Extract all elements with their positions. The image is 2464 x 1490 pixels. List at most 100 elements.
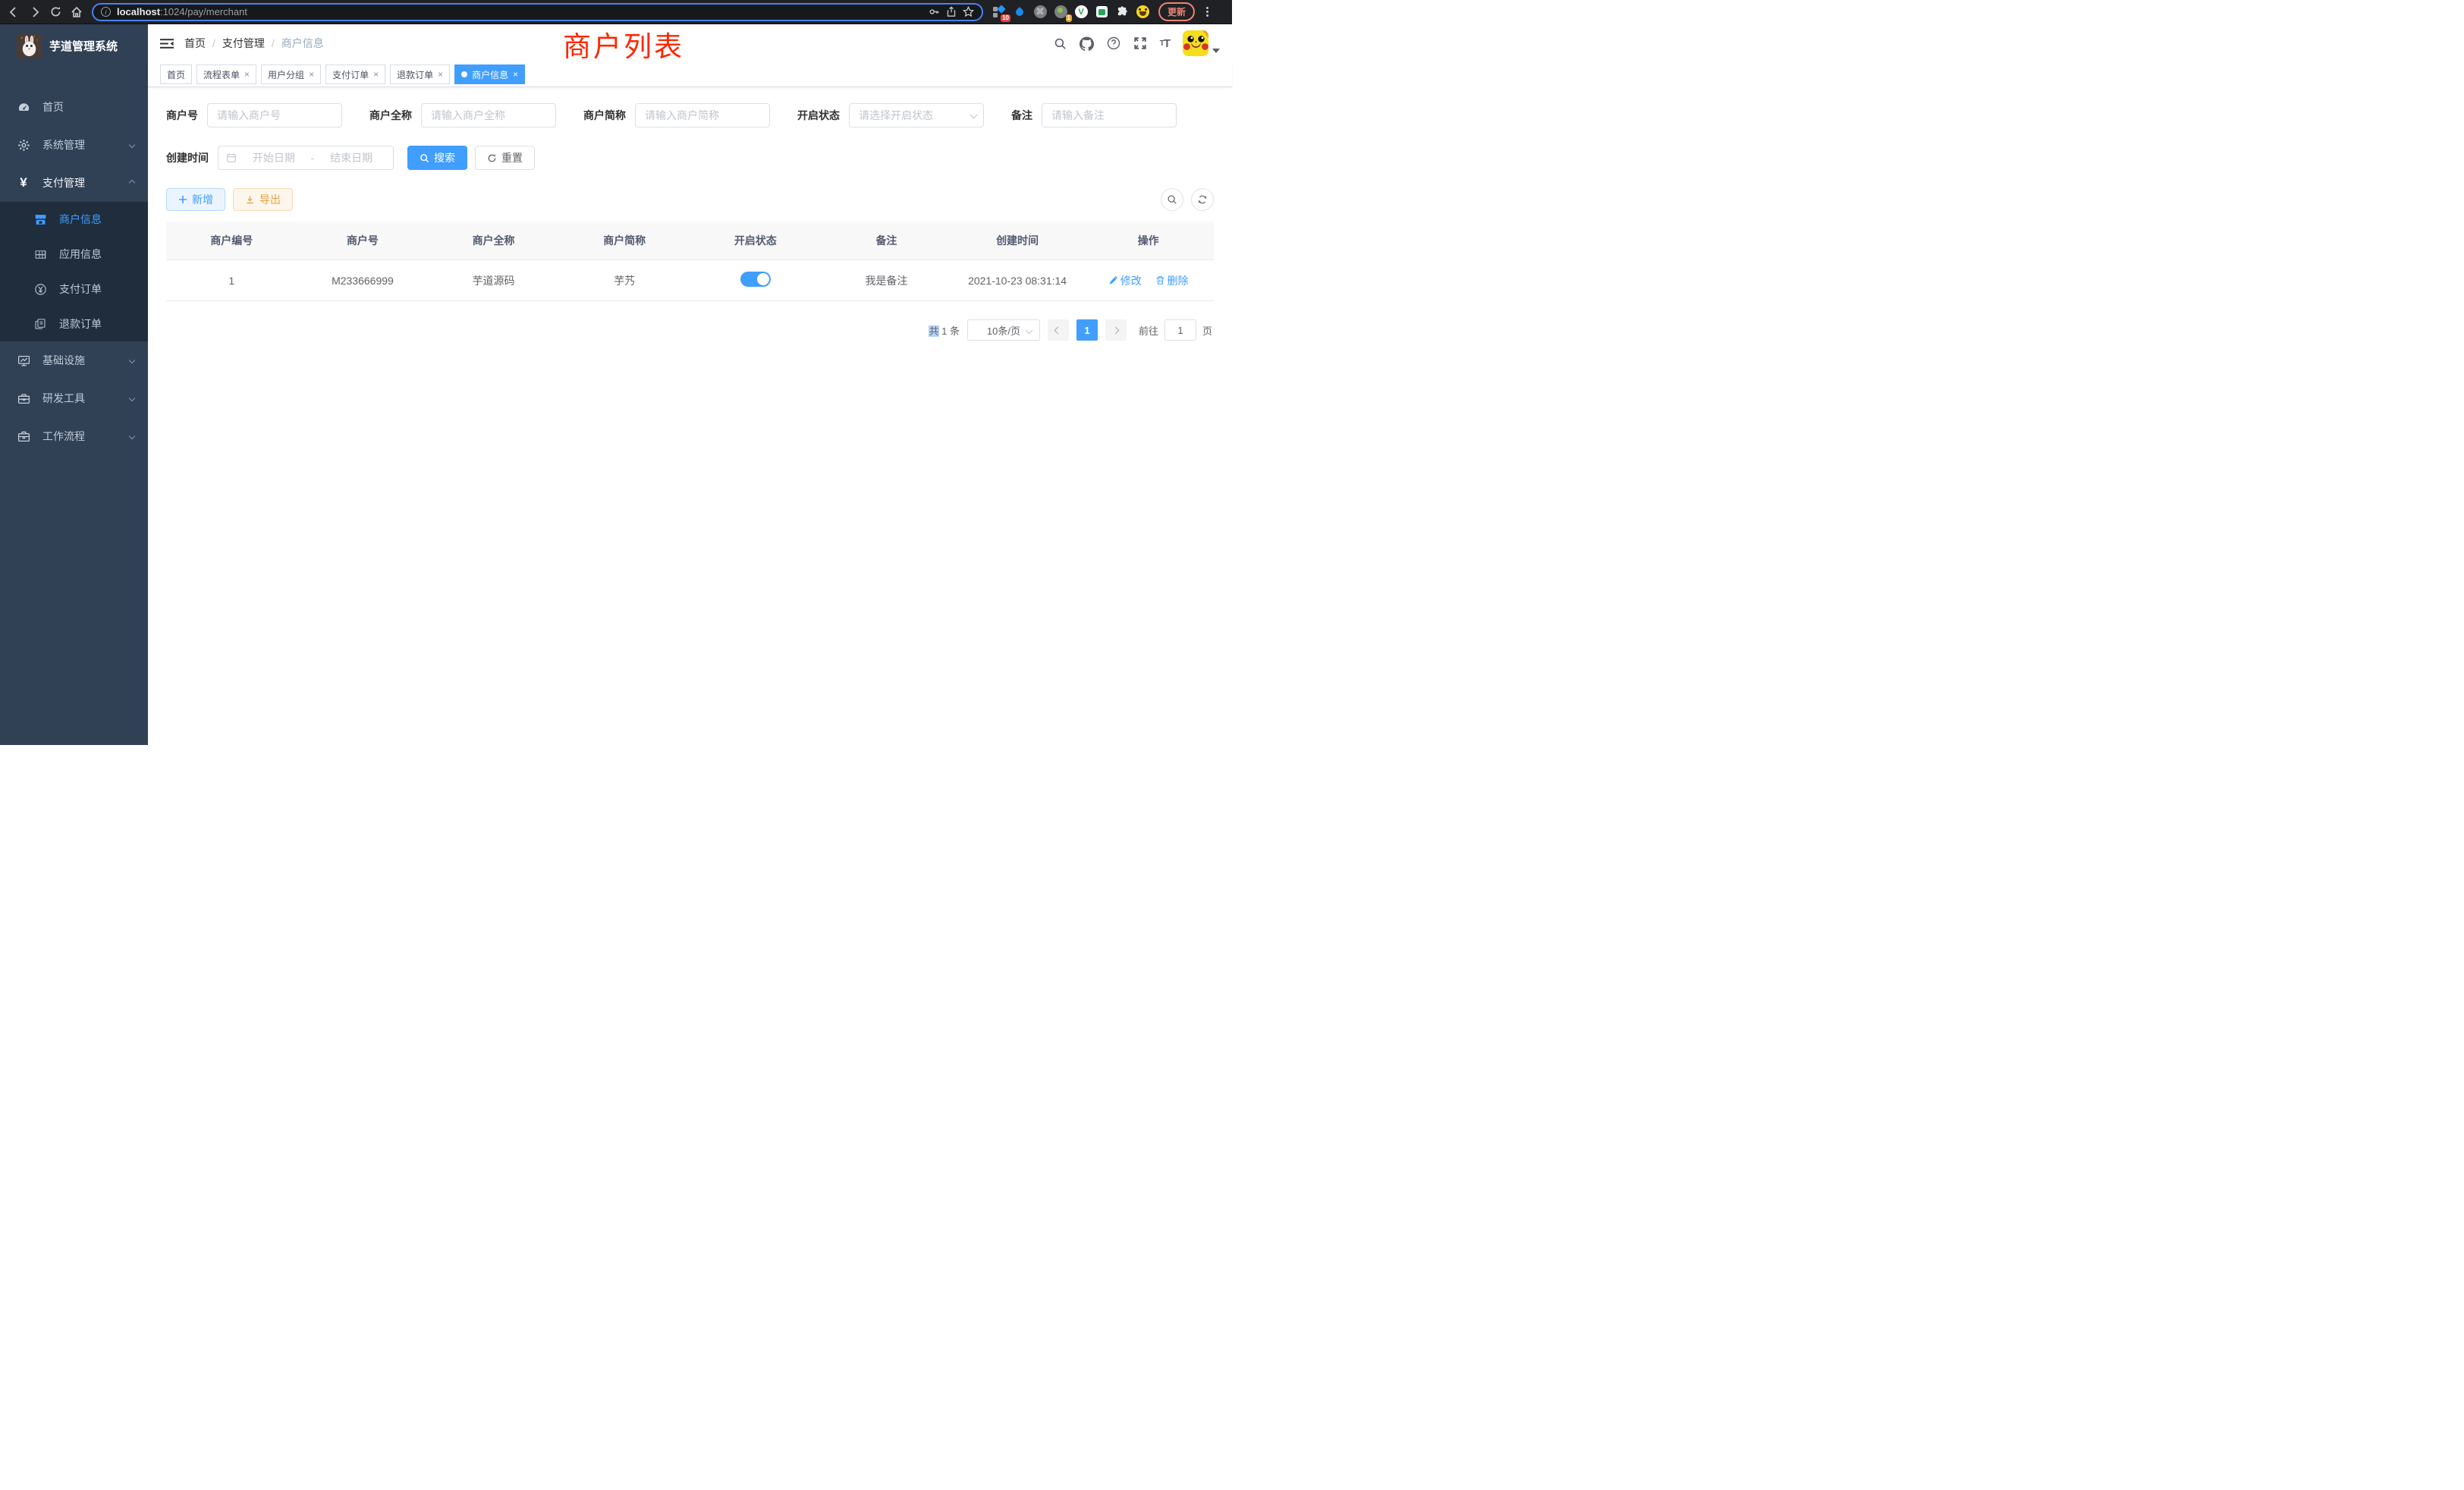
merchant-no-input[interactable]: [207, 103, 342, 127]
ext-chat-icon[interactable]: [1095, 5, 1108, 19]
github-icon[interactable]: [1080, 36, 1094, 51]
export-button[interactable]: 导出: [233, 188, 293, 211]
edit-link[interactable]: 修改: [1108, 273, 1142, 288]
close-icon[interactable]: ×: [513, 70, 518, 79]
browser-update-button[interactable]: 更新: [1158, 2, 1195, 21]
sidebar-item-devtools[interactable]: 研发工具: [0, 379, 148, 417]
password-key-icon[interactable]: [929, 6, 940, 17]
sidebar-item-refund-order[interactable]: 退款订单: [0, 306, 148, 341]
sidebar-collapse-icon[interactable]: [160, 38, 174, 49]
reset-button[interactable]: 重置: [475, 146, 535, 170]
refresh-table-button[interactable]: [1191, 188, 1214, 211]
breadcrumb-home[interactable]: 首页: [184, 36, 206, 51]
add-button[interactable]: 新增: [166, 188, 225, 211]
breadcrumb-payment[interactable]: 支付管理: [222, 36, 265, 51]
search-icon: [420, 153, 429, 163]
url-bar[interactable]: i localhost:1024/pay/merchant: [92, 3, 983, 21]
page-content: 商户号 商户全称 商户简称 开启状态: [148, 87, 1232, 341]
site-info-icon[interactable]: i: [101, 7, 111, 17]
sidebar-item-workflow[interactable]: 工作流程: [0, 417, 148, 455]
ext-emoji-icon[interactable]: [1136, 5, 1149, 19]
documents-icon: [33, 318, 47, 330]
filter-short-name: 商户简称: [583, 103, 770, 127]
status-select-input[interactable]: [849, 103, 984, 127]
toolbar-right: [1161, 188, 1214, 211]
page-unit: 页: [1202, 323, 1212, 338]
ext-puzzle-icon[interactable]: [1115, 5, 1129, 19]
tab-home[interactable]: 首页: [160, 64, 192, 84]
page-number-1[interactable]: 1: [1076, 319, 1098, 341]
font-size-icon[interactable]: TT: [1160, 37, 1170, 50]
tab-pay-order[interactable]: 支付订单×: [325, 64, 385, 84]
date-start-placeholder: 开始日期: [240, 150, 308, 165]
sidebar-item-pay-order[interactable]: 支付订单: [0, 272, 148, 306]
chevron-up-icon: [129, 180, 135, 186]
breadcrumb-current: 商户信息: [281, 36, 324, 51]
search-button[interactable]: 搜索: [407, 146, 467, 170]
browser-forward-icon[interactable]: [29, 6, 41, 18]
close-icon[interactable]: ×: [244, 70, 250, 79]
tab-refund-order[interactable]: 退款订单×: [390, 64, 450, 84]
close-icon[interactable]: ×: [438, 70, 443, 79]
sidebar-item-payment[interactable]: ¥ 支付管理: [0, 164, 148, 202]
refresh-icon: [1197, 194, 1208, 205]
sidebar-item-label: 应用信息: [59, 247, 102, 262]
ext-v-icon[interactable]: V: [1074, 5, 1088, 19]
ext-kite-icon[interactable]: [1013, 5, 1026, 19]
shop-icon: [33, 213, 47, 226]
close-icon[interactable]: ×: [309, 70, 314, 79]
browser-reload-icon[interactable]: [50, 6, 61, 17]
tab-user-group[interactable]: 用户分组×: [261, 64, 321, 84]
col-short-name: 商户简称: [559, 222, 690, 260]
dashboard-icon: [17, 101, 30, 114]
field-label: 商户号: [166, 108, 207, 123]
browser-menu-icon[interactable]: [1204, 7, 1211, 17]
fullscreen-icon[interactable]: [1133, 36, 1147, 50]
merchant-table: 商户编号 商户号 商户全称 商户简称 开启状态 备注 创建时间 操作 1 M23…: [166, 222, 1214, 301]
sidebar-item-label: 基础设施: [42, 353, 85, 368]
page-size-select[interactable]: 10条/页: [967, 319, 1040, 341]
full-name-input[interactable]: [421, 103, 556, 127]
breadcrumb-separator: /: [272, 37, 275, 49]
help-icon[interactable]: [1107, 36, 1120, 50]
filter-row-1: 商户号 商户全称 商户简称 开启状态: [166, 103, 1214, 127]
ext-apps-icon[interactable]: 10: [992, 5, 1006, 19]
tab-merchant-info[interactable]: 商户信息×: [454, 64, 525, 84]
app-shell: 芋道管理系统 首页 系统管理 ¥ 支付管理: [0, 24, 1232, 745]
browser-home-icon[interactable]: [71, 6, 83, 18]
bookmark-star-icon[interactable]: [963, 6, 974, 17]
chevron-down-icon: [129, 433, 135, 439]
prev-page-button[interactable]: [1048, 319, 1069, 341]
status-toggle[interactable]: [740, 272, 771, 287]
date-range-picker[interactable]: 开始日期 - 结束日期: [218, 146, 394, 170]
download-icon: [245, 195, 255, 205]
sidebar-menu: 首页 系统管理 ¥ 支付管理 商户信息: [0, 88, 148, 455]
header-search-icon[interactable]: [1054, 37, 1067, 50]
close-icon[interactable]: ×: [373, 70, 379, 79]
plus-icon: [178, 195, 187, 204]
share-icon[interactable]: [946, 6, 957, 17]
user-avatar-wrap[interactable]: [1183, 30, 1220, 56]
remark-input[interactable]: [1042, 103, 1177, 127]
browser-back-icon[interactable]: [8, 6, 20, 18]
hide-search-button[interactable]: [1161, 188, 1183, 211]
goto-page-input[interactable]: [1164, 319, 1196, 341]
sidebar-item-merchant-info[interactable]: 商户信息: [0, 202, 148, 237]
gear-icon: [17, 139, 30, 152]
sidebar-item-app-info[interactable]: 应用信息: [0, 237, 148, 272]
status-select[interactable]: [849, 103, 984, 127]
sidebar-item-infra[interactable]: 基础设施: [0, 341, 148, 379]
trash-icon: [1155, 275, 1165, 285]
sidebar-item-system[interactable]: 系统管理: [0, 126, 148, 164]
app-logo-rabbit: [17, 33, 42, 58]
ext-proxy-icon[interactable]: 1: [1054, 5, 1067, 19]
tab-process-form[interactable]: 流程表单×: [196, 64, 256, 84]
navbar-right: TT: [1054, 30, 1220, 56]
logo-row[interactable]: 芋道管理系统: [0, 24, 148, 67]
short-name-input[interactable]: [635, 103, 770, 127]
sidebar-item-label: 研发工具: [42, 391, 85, 406]
delete-link[interactable]: 删除: [1155, 273, 1189, 288]
next-page-button[interactable]: [1105, 319, 1127, 341]
sidebar-item-home[interactable]: 首页: [0, 88, 148, 126]
ext-command-icon[interactable]: ⌘: [1033, 5, 1047, 19]
